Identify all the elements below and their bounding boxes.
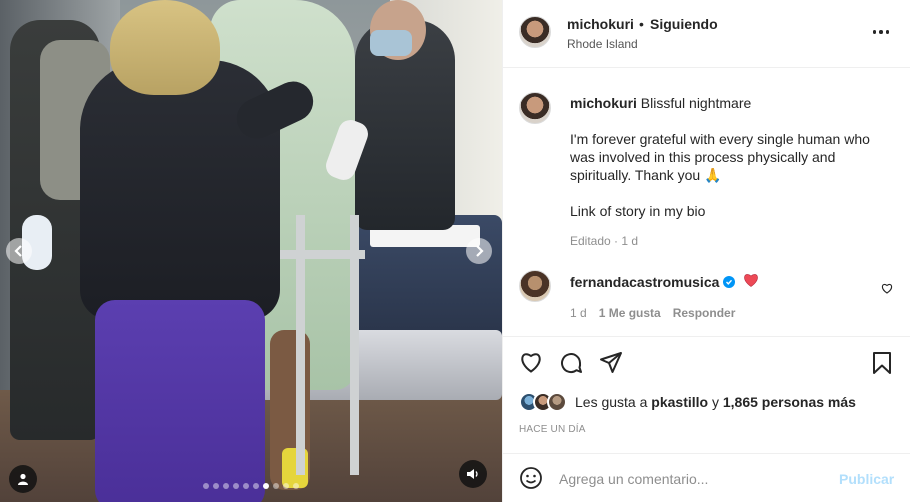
caption-title: Blissful nightmare — [640, 95, 752, 111]
carousel-dot — [233, 483, 239, 489]
carousel-indicator — [0, 483, 502, 489]
more-dot-icon — [872, 30, 877, 34]
comment-username[interactable]: fernandacastromusica — [570, 274, 719, 290]
carousel-dot — [223, 483, 229, 489]
caption-paragraph: Link of story in my bio — [570, 203, 706, 219]
more-dot-icon — [885, 30, 890, 34]
post-details-panel: michokuri • Siguiendo Rhode Island micho… — [502, 0, 910, 502]
comment-avatar[interactable] — [519, 270, 551, 302]
heart-outline-icon — [881, 283, 893, 294]
likes-prefix: Les gusta a — [575, 394, 648, 410]
chevron-left-icon — [14, 245, 22, 257]
following-button[interactable]: Siguiendo — [650, 16, 718, 32]
comment-likes-count[interactable]: 1 Me gusta — [599, 306, 661, 320]
share-button[interactable] — [599, 351, 623, 380]
save-button[interactable] — [871, 351, 893, 380]
likes-others-link[interactable]: 1,865 personas más — [723, 394, 856, 410]
previous-slide-button[interactable] — [6, 238, 32, 264]
carousel-dot — [243, 483, 249, 489]
avatar[interactable] — [547, 392, 567, 412]
paper-plane-icon — [600, 352, 622, 373]
caption: michokuri Blissful nightmare I'm forever… — [570, 94, 890, 238]
post-timestamp[interactable]: HACE UN DÍA — [519, 424, 586, 435]
caption-time[interactable]: 1 d — [621, 234, 638, 248]
likes-connector: y — [711, 394, 719, 410]
caption-avatar[interactable] — [519, 92, 551, 124]
reply-button[interactable]: Responder — [673, 306, 736, 320]
add-comment-bar: Publicar — [503, 453, 910, 502]
carousel-dot — [213, 483, 219, 489]
comment-meta: 1 d 1 Me gusta Responder — [570, 306, 735, 320]
carousel-dot — [203, 483, 209, 489]
emoji-button[interactable] — [519, 466, 543, 495]
post-media[interactable] — [0, 0, 502, 502]
author-username[interactable]: michokuri — [567, 16, 634, 32]
photo-mask — [370, 30, 412, 56]
post-header: michokuri • Siguiendo Rhode Island — [503, 0, 910, 68]
likes-text: Les gusta a pkastillo y 1,865 personas m… — [575, 394, 856, 410]
comment-header: fernandacastromusica — [570, 273, 759, 290]
caption-meta: Editado · 1 d — [570, 234, 639, 248]
photo-nurse-head — [110, 0, 220, 95]
verified-badge-icon — [723, 275, 736, 288]
liker-username[interactable]: pkastillo — [651, 394, 708, 410]
heart-icon — [521, 353, 541, 373]
bookmark-icon — [873, 352, 891, 374]
smiley-icon — [520, 467, 542, 489]
action-bar — [503, 336, 910, 384]
comment-like-button[interactable] — [881, 281, 893, 299]
carousel-dot — [273, 483, 279, 489]
comment-button[interactable] — [559, 351, 583, 380]
next-slide-button[interactable] — [466, 238, 492, 264]
location-link[interactable]: Rhode Island — [567, 37, 638, 51]
carousel-dot — [293, 483, 299, 489]
separator-dot: • — [639, 16, 644, 32]
comment-icon — [561, 353, 582, 374]
more-options-button[interactable] — [869, 22, 893, 42]
likes-summary: Les gusta a pkastillo y 1,865 personas m… — [519, 390, 856, 414]
carousel-dot — [263, 483, 269, 489]
avatar[interactable] — [519, 16, 551, 48]
edited-label: Editado — [570, 234, 611, 248]
carousel-dot — [283, 483, 289, 489]
caption-paragraph: I'm forever grateful with every single h… — [570, 131, 870, 183]
comment-input[interactable] — [559, 468, 819, 490]
like-button[interactable] — [519, 351, 543, 378]
chevron-right-icon — [476, 245, 484, 257]
carousel-dot — [253, 483, 259, 489]
post-comment-button[interactable]: Publicar — [839, 471, 894, 487]
caption-username[interactable]: michokuri — [570, 95, 637, 111]
photo-pants — [95, 300, 265, 502]
comment-time[interactable]: 1 d — [570, 306, 587, 320]
speaker-icon — [467, 469, 478, 479]
heart-emoji — [743, 273, 759, 290]
more-dot-icon — [879, 30, 883, 34]
